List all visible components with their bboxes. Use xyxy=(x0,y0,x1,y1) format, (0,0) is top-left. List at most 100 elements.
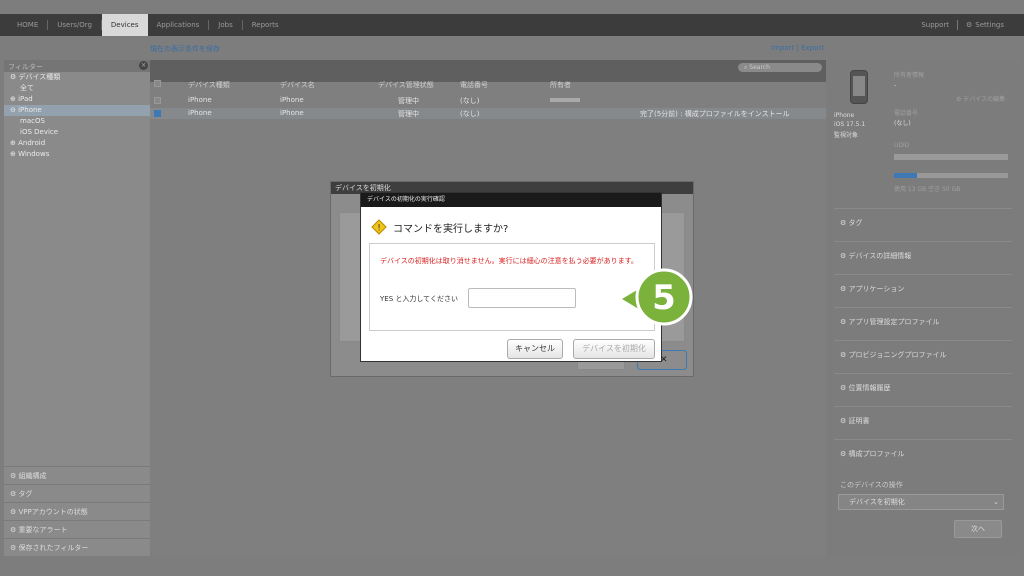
supervised-label: 監視対象 xyxy=(834,132,859,139)
udid-label: UDID xyxy=(894,142,910,149)
settings-link[interactable]: ⚙ Settings xyxy=(958,21,1012,29)
import-export-link[interactable]: Import | Export xyxy=(771,44,824,52)
section-app-config[interactable]: ⚙ アプリ管理設定プロファイル xyxy=(834,307,1012,335)
confirm-dialog: デバイスの初期化の実行確認 ! コマンドを実行しますか? デバイスの初期化は取り… xyxy=(360,192,662,362)
table-row[interactable]: iPhone iPhone 管理中 (なし) 完了(5分前) : 構成プロファイ… xyxy=(150,108,826,119)
dialog-title: デバイスの初期化の実行確認 xyxy=(361,193,661,207)
gear-icon: ⚙ xyxy=(966,21,973,29)
warning-text: デバイスの初期化は取り消せません。実行には細心の注意を払う必要があります。 xyxy=(380,257,638,265)
row-checkbox[interactable] xyxy=(154,110,161,117)
svg-text:!: ! xyxy=(377,224,381,234)
device-name: iPhone xyxy=(834,112,855,119)
sidebar-section-vpp[interactable]: ⚙ VPPアカウントの状態 xyxy=(4,502,150,520)
section-provisioning[interactable]: ⚙ プロビジョニングプロファイル xyxy=(834,340,1012,368)
search-placeholder: Search xyxy=(749,64,770,71)
cell-name: iPhone xyxy=(280,96,304,104)
settings-label: Settings xyxy=(975,21,1004,29)
section-location[interactable]: ⚙ 位置情報履歴 xyxy=(834,373,1012,401)
filter-header: フィルター × xyxy=(4,60,150,72)
edit-device-link[interactable]: ⚙ デバイスの編集 xyxy=(956,94,1005,103)
col-management-status[interactable]: デバイス管理状態 xyxy=(378,80,434,90)
section-label: アプリ管理設定プロファイル xyxy=(848,318,940,326)
action-select-value: デバイスを初期化 xyxy=(849,498,905,506)
support-link[interactable]: Support xyxy=(913,21,957,29)
sidebar-item-android[interactable]: ⊕ Android xyxy=(4,138,150,149)
close-filter-icon[interactable]: × xyxy=(139,61,148,70)
next-button[interactable]: 次へ xyxy=(954,520,1002,538)
cancel-button[interactable]: キャンセル xyxy=(507,339,563,359)
section-label: 重要なアラート xyxy=(18,526,68,534)
cell-owner-redacted xyxy=(550,98,580,102)
storage-text: 使用 13 GB 空き 50 GB xyxy=(894,186,961,193)
col-owner[interactable]: 所有者 xyxy=(550,80,571,90)
sidebar-item-all[interactable]: 全て xyxy=(4,83,150,94)
sidebar-item-label: iPhone xyxy=(18,106,42,114)
table-row[interactable]: iPhone iPhone 管理中 (なし) xyxy=(150,95,826,106)
checkbox-box xyxy=(154,80,161,87)
nav-devices[interactable]: Devices xyxy=(101,14,148,36)
section-label: タグ xyxy=(18,490,33,498)
section-label: プロビジョニングプロファイル xyxy=(848,351,947,359)
nav-reports[interactable]: Reports xyxy=(243,20,288,30)
dialog-question: ! コマンドを実行しますか? xyxy=(371,219,508,235)
device-type-label: デバイス種類 xyxy=(18,73,61,81)
edit-device-label: デバイスの編集 xyxy=(963,96,1006,103)
section-label: 証明書 xyxy=(848,417,870,425)
sidebar-item-label: iPad xyxy=(18,95,33,103)
nav-users-org[interactable]: Users/Org xyxy=(48,20,102,30)
initialize-device-button[interactable]: デバイスを初期化 xyxy=(573,339,655,359)
col-phone[interactable]: 電話番号 xyxy=(460,80,488,90)
section-device-details[interactable]: ⚙ デバイスの詳細情報 xyxy=(834,241,1012,269)
sidebar-item-label: Windows xyxy=(18,150,50,158)
top-nav-bar: HOME Users/Org Devices Applications Jobs… xyxy=(0,14,1024,36)
cell-type: iPhone xyxy=(188,109,212,117)
sidebar-item-label: Android xyxy=(18,139,46,147)
phone-value: (なし) xyxy=(894,120,911,127)
warning-icon: ! xyxy=(371,219,387,235)
section-config-profiles[interactable]: ⚙ 構成プロファイル xyxy=(834,439,1012,467)
row-checkbox[interactable] xyxy=(154,97,161,104)
sidebar-item-macos[interactable]: macOS xyxy=(4,116,150,127)
sidebar-item-iphone[interactable]: ⊖ iPhone xyxy=(4,105,150,116)
owner-info-label: 所有者情報 xyxy=(894,72,925,79)
sidebar-item-windows[interactable]: ⊕ Windows xyxy=(4,149,150,160)
phone-label: 電話番号 xyxy=(894,110,919,117)
sidebar-item-ipad[interactable]: ⊕ iPad xyxy=(4,94,150,105)
cell-status: 管理中 xyxy=(398,97,419,105)
yes-input-label: YES と入力してください xyxy=(380,295,458,303)
sidebar-section-alerts[interactable]: ⚙ 重要なアラート xyxy=(4,520,150,538)
nav-right: Support ⚙ Settings xyxy=(913,14,1012,36)
section-label: タグ xyxy=(848,219,863,227)
nav-jobs[interactable]: Jobs xyxy=(209,20,243,30)
section-applications[interactable]: ⚙ アプリケーション xyxy=(834,274,1012,302)
section-label: デバイスの詳細情報 xyxy=(848,252,912,260)
sidebar-section-saved-filters[interactable]: ⚙ 保存されたフィルター xyxy=(4,538,150,556)
device-type-heading[interactable]: ⚙ デバイス種類 xyxy=(4,72,150,83)
storage-bar-fill xyxy=(894,173,917,178)
cell-phone: (なし) xyxy=(460,110,480,118)
yes-confirm-input[interactable] xyxy=(468,288,576,308)
nav-home[interactable]: HOME xyxy=(8,20,49,30)
sidebar-bottom-sections: ⚙ 組織構成 ⚙ タグ ⚙ VPPアカウントの状態 ⚙ 重要なアラート ⚙ 保存… xyxy=(4,466,150,556)
filter-label: フィルター xyxy=(8,63,43,71)
col-device-name[interactable]: デバイス名 xyxy=(280,80,315,90)
sidebar-item-ios-device[interactable]: iOS Device xyxy=(4,127,150,138)
cell-job-note: 完了(5分前) : 構成プロファイルをインストール xyxy=(640,110,790,118)
udid-redacted xyxy=(894,154,1008,160)
device-os: iOS 17.5.1 xyxy=(834,121,866,128)
col-device-type[interactable]: デバイス種類 xyxy=(188,80,230,90)
main-nav: HOME Users/Org Devices Applications Jobs… xyxy=(8,14,288,36)
step-5-label: 5 xyxy=(652,278,676,318)
save-filter-link[interactable]: 現在の表示条件を保存 xyxy=(150,44,220,54)
sidebar-section-tags[interactable]: ⚙ タグ xyxy=(4,484,150,502)
sidebar-section-org[interactable]: ⚙ 組織構成 xyxy=(4,466,150,484)
chevron-down-icon: ⌄ xyxy=(993,498,999,506)
question-text: コマンドを実行しますか? xyxy=(393,223,509,235)
search-input[interactable]: ⌕ Search xyxy=(738,63,822,72)
nav-applications[interactable]: Applications xyxy=(148,20,210,30)
storage-bar xyxy=(894,173,1008,178)
action-select[interactable]: デバイスを初期化 ⌄ xyxy=(838,494,1004,510)
owner-value: - xyxy=(894,82,897,89)
section-tags[interactable]: ⚙ タグ xyxy=(834,208,1012,236)
section-certificates[interactable]: ⚙ 証明書 xyxy=(834,406,1012,434)
